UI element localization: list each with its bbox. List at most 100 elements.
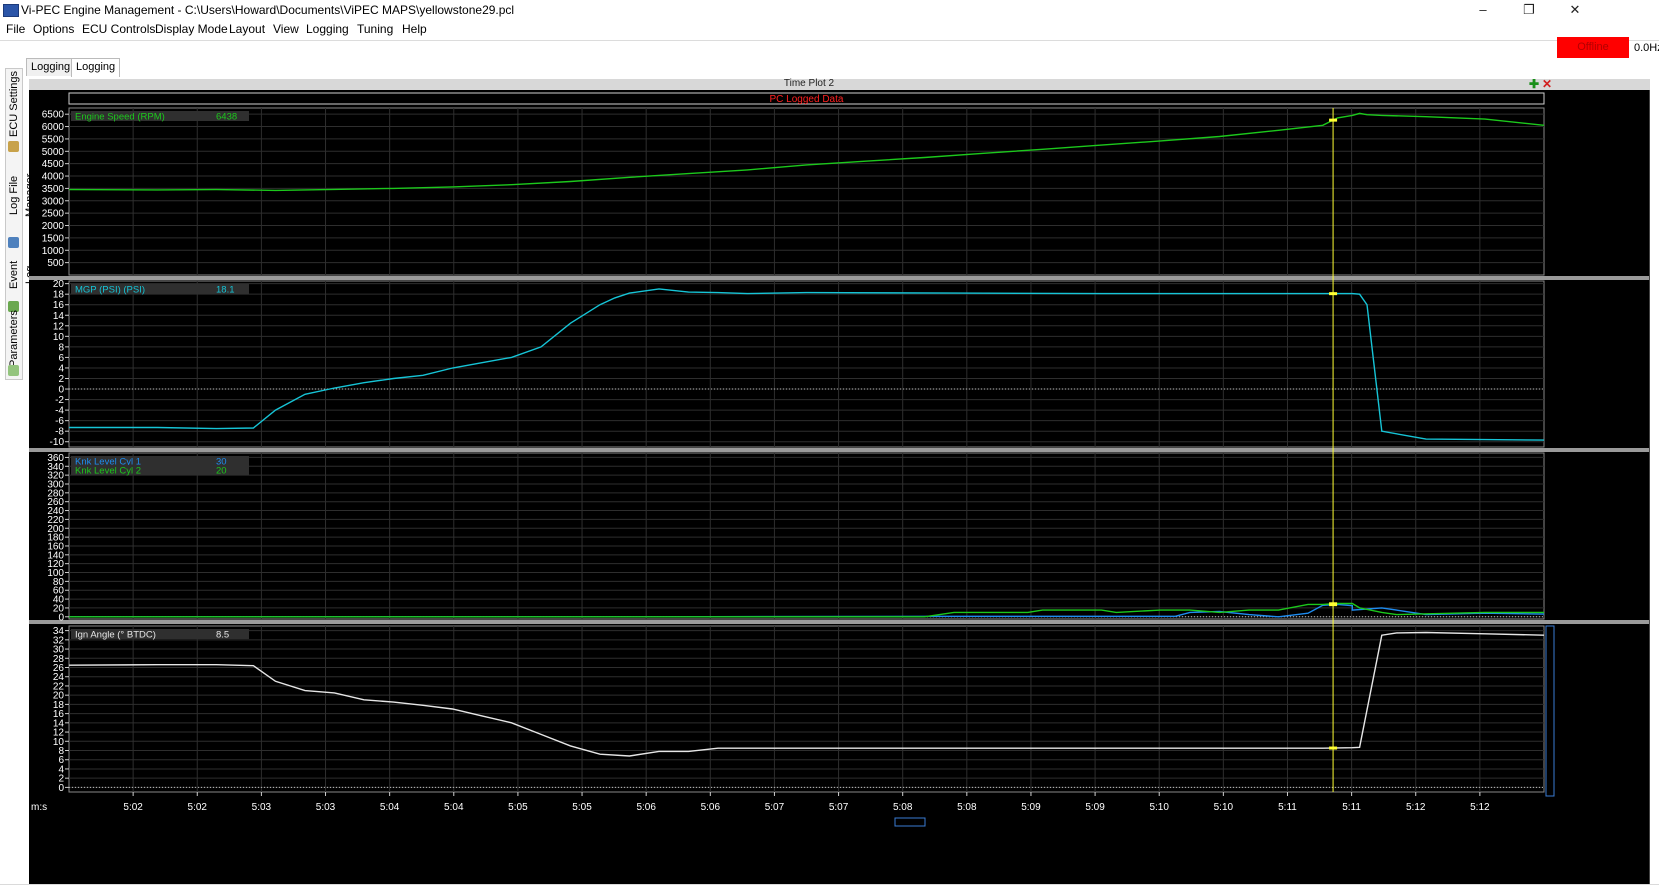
plot-title: Time Plot 2 — [783, 78, 835, 89]
x-tick-label: 5:07 — [829, 802, 849, 813]
sidebar-tab-log-file-manager[interactable]: Log File Manager — [6, 155, 36, 235]
y-tick-label: -2 — [55, 395, 64, 406]
y-tick-label: 6000 — [42, 122, 65, 133]
y-tick-label: -8 — [55, 427, 64, 438]
time-plot-canvas[interactable]: PC Logged Data 5001000 150020002500 3000350… — [29, 90, 1650, 884]
legend-label: Ign Angle (° BTDC) — [75, 630, 156, 641]
y-tick-label: -6 — [55, 416, 64, 427]
x-tick-label: 5:09 — [1021, 802, 1041, 813]
close-plot-icon[interactable]: ✕ — [1542, 77, 1552, 91]
y-tick-label: 20 — [53, 279, 65, 290]
y-tick-label: 4 — [58, 363, 64, 374]
panel-scrollbar — [1545, 625, 1555, 797]
legend-value: 8.5 — [216, 630, 229, 641]
y-tick-label: 4000 — [42, 172, 65, 183]
minimize-button[interactable]: – — [1460, 0, 1506, 20]
y-tick-label: 0 — [58, 385, 64, 396]
logged-data-label: PC Logged Data — [770, 94, 844, 105]
panel-frame-2 — [68, 280, 1545, 448]
panel-frame-3 — [68, 452, 1545, 620]
sidebar-tab-ecu-settings[interactable]: ECU Settings — [6, 69, 22, 139]
sidebar-tab-event-log[interactable]: Event Log — [6, 251, 36, 299]
chart-icon — [8, 365, 19, 376]
close-window-button[interactable]: ✕ — [1552, 0, 1598, 20]
sidebar-tab-parameters[interactable]: Parameters — [6, 310, 22, 367]
x-tick-label: 5:08 — [957, 802, 977, 813]
pencil-icon — [8, 141, 19, 152]
x-tick-label: 5:04 — [444, 802, 464, 813]
x-tick-label: 5:06 — [701, 802, 721, 813]
y-tick-label: 12 — [53, 321, 65, 332]
x-tick-label: 5:12 — [1470, 802, 1490, 813]
y-tick-label: 18 — [53, 290, 65, 301]
menu-logging[interactable]: Logging — [306, 22, 349, 36]
menu-ecu-controls[interactable]: ECU Controls — [82, 22, 155, 36]
side-panel-tabs: ECU Settings Log File Manager Event Log … — [5, 68, 36, 380]
plot-right-edge — [1649, 90, 1650, 884]
y-tick-label: 8 — [58, 342, 64, 353]
toolbar-strip — [0, 40, 1659, 57]
x-tick-label: 5:03 — [252, 802, 272, 813]
x-tick-label: 5:11 — [1278, 802, 1297, 813]
y-tick-label: 10 — [53, 332, 65, 343]
panel-separator-3 — [29, 620, 1649, 624]
menu-file[interactable]: File — [6, 22, 25, 36]
menu-view[interactable]: View — [273, 22, 299, 36]
legend-label: MGP (PSI) (PSI) — [75, 285, 145, 296]
x-tick-label: 5:03 — [316, 802, 336, 813]
y-tick-label: 6 — [58, 353, 64, 364]
y-tick-label: 360 — [47, 453, 64, 464]
folder-icon — [8, 237, 19, 248]
x-tick-label: 5:10 — [1149, 802, 1169, 813]
menu-bar: File Options ECU Controls Display Mode L… — [0, 20, 1659, 40]
y-tick-label: 2500 — [42, 209, 65, 220]
y-tick-label: 3000 — [42, 196, 65, 207]
time-plot-window: Time Plot 2 ✚ ✕ PC Logged Data 500 1000 150… — [29, 77, 1650, 884]
x-tick-label: 5:04 — [380, 802, 400, 813]
update-rate: 0.0Hz — [1634, 42, 1659, 54]
y-tick-label: 500 — [47, 258, 64, 269]
app-icon — [3, 4, 19, 17]
maximize-button[interactable]: ❐ — [1506, 0, 1552, 20]
x-tick-label: 5:02 — [188, 802, 208, 813]
tab-logging-2[interactable]: Logging 2 — [26, 58, 76, 90]
connection-status-badge[interactable]: Offline — [1557, 37, 1629, 58]
y-tick-label: 3500 — [42, 184, 65, 195]
menu-tuning[interactable]: Tuning — [357, 22, 393, 36]
x-tick-label: 5:02 — [123, 802, 143, 813]
y-tick-label: 5500 — [42, 134, 65, 145]
y-tick-label: -10 — [50, 437, 65, 448]
x-tick-label: 5:08 — [893, 802, 913, 813]
panel-separator-1 — [29, 276, 1649, 280]
y-tick-label: 2 — [58, 374, 64, 385]
title-bar: Vi-PEC Engine Management - C:\Users\Howa… — [0, 0, 1659, 20]
x-tick-label: 5:09 — [1085, 802, 1105, 813]
add-plot-icon[interactable]: ✚ — [1529, 77, 1539, 91]
y-tick-label: 2000 — [42, 221, 65, 232]
time-axis-label: m:s — [31, 802, 47, 813]
y-tick-label: 34 — [53, 626, 65, 637]
tab-logging-1[interactable]: Logging 1 — [71, 58, 121, 90]
x-tick-label: 5:05 — [508, 802, 528, 813]
menu-display-mode[interactable]: Display Mode — [155, 22, 228, 36]
x-tick-label: 5:11 — [1342, 802, 1361, 813]
window-title: Vi-PEC Engine Management - C:\Users\Howa… — [21, 3, 515, 17]
panel-separator-2 — [29, 448, 1649, 452]
panel-frame-4 — [68, 625, 1545, 793]
menu-options[interactable]: Options — [33, 22, 74, 36]
y-tick-label: 6500 — [42, 110, 65, 121]
time-scrollbar-thumb — [894, 817, 926, 827]
menu-help[interactable]: Help — [402, 22, 427, 36]
legend-value: 6438 — [216, 112, 237, 123]
plot-header: Time Plot 2 ✚ ✕ — [29, 77, 1650, 91]
y-tick-label: 1500 — [42, 233, 65, 244]
y-tick-label: 14 — [53, 311, 65, 322]
x-tick-label: 5:12 — [1406, 802, 1426, 813]
x-tick-label: 5:06 — [636, 802, 656, 813]
menu-layout[interactable]: Layout — [229, 22, 265, 36]
legend-value: 18.1 — [216, 285, 235, 296]
x-tick-label: 5:10 — [1214, 802, 1234, 813]
y-tick-label: -4 — [55, 406, 64, 417]
legend-value: 20 — [216, 466, 227, 477]
x-tick-label: 5:07 — [765, 802, 785, 813]
